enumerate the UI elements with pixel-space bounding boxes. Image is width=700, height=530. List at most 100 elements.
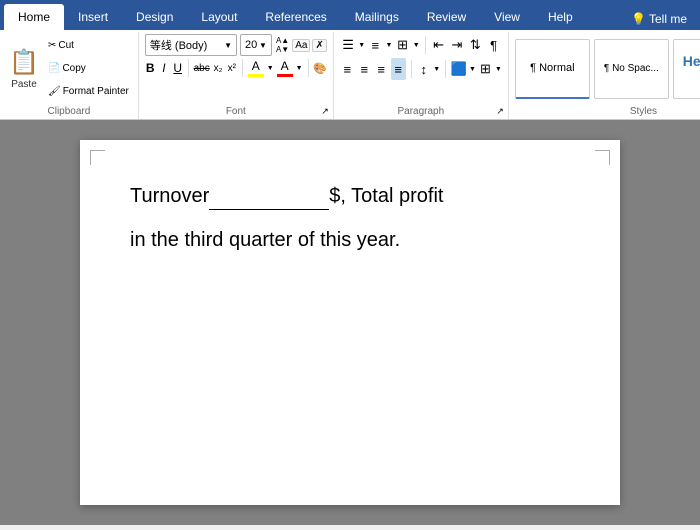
line1-suffix: $, Total profit — [329, 185, 443, 207]
font-size-dropdown[interactable]: 20 ▼ — [240, 34, 272, 56]
subscript-button[interactable]: x₂ — [213, 58, 224, 78]
bold-button[interactable]: B — [145, 58, 156, 78]
tell-me-label: Tell me — [649, 12, 687, 26]
align-right-button[interactable]: ≡ — [374, 58, 389, 80]
copy-label: Copy — [62, 63, 85, 74]
style-heading1-button[interactable]: Heading 1 — [673, 39, 700, 99]
tab-view[interactable]: View — [480, 4, 534, 30]
copy-icon: 📄 — [48, 63, 60, 74]
tab-layout[interactable]: Layout — [187, 4, 251, 30]
highlight-dropdown-arrow[interactable]: ▼ — [267, 65, 274, 72]
justify-button[interactable]: ≡ — [391, 58, 406, 80]
style-normal-label: ¶ Normal — [530, 62, 574, 74]
change-case-button[interactable]: Aa — [292, 39, 310, 52]
font-size-decrease[interactable]: A▼ — [276, 46, 289, 54]
ribbon-container: Home Insert Design Layout References Mai… — [0, 0, 700, 120]
sort-button[interactable]: ⇅ — [467, 34, 483, 56]
font-color-icon: A — [281, 59, 289, 73]
font-format-row: B I U abc x₂ x² A ▼ A ▼ 🎨 — [145, 58, 327, 78]
style-normal-button[interactable]: ¶ Normal — [515, 39, 590, 99]
font-separator-2 — [242, 59, 243, 77]
highlight-color-bar — [248, 74, 264, 77]
paste-label: Paste — [11, 79, 37, 90]
clipboard-group-label: Clipboard — [0, 106, 138, 117]
align-left-button[interactable]: ≡ — [340, 58, 355, 80]
show-formatting-button[interactable]: ¶ — [485, 34, 501, 56]
document-page[interactable]: Turnover $, Total profit in the third qua… — [80, 140, 620, 505]
para-sep-3 — [445, 60, 446, 78]
font-name-value: 等线 (Body) — [150, 37, 207, 53]
align-center-button[interactable]: ≡ — [357, 58, 372, 80]
tab-references[interactable]: References — [251, 4, 340, 30]
font-selectors: 等线 (Body) ▼ 20 ▼ A▲ A▼ Aa ✗ — [145, 34, 327, 56]
tab-help[interactable]: Help — [534, 4, 587, 30]
font-group-expand[interactable]: ↗ — [321, 106, 329, 117]
underline-button[interactable]: U — [172, 58, 183, 78]
shading-button[interactable]: 🎨 — [313, 58, 327, 78]
font-size-increase[interactable]: A▲ — [276, 37, 289, 45]
italic-button[interactable]: I — [159, 58, 170, 78]
clear-formatting-button[interactable]: ✗ — [312, 39, 326, 52]
paragraph-row-2: ≡ ≡ ≡ ≡ ↕ ▼ 🟦 ▼ ⊞ ▼ — [340, 58, 502, 80]
tab-home[interactable]: Home — [4, 4, 64, 30]
multilevel-list-button[interactable]: ⊞ — [394, 34, 410, 56]
borders-arrow[interactable]: ▼ — [495, 66, 502, 73]
cut-label: Cut — [58, 40, 74, 51]
paragraph-row-1: ☰ ▼ ≡ ▼ ⊞ ▼ ⇤ ⇥ ⇅ ¶ — [340, 34, 502, 56]
shading-fill-button[interactable]: 🟦 — [451, 58, 467, 80]
tab-insert[interactable]: Insert — [64, 4, 122, 30]
format-painter-icon: 🖌 — [48, 86, 61, 97]
paragraph-group-label: Paragraph — [334, 106, 508, 117]
increase-indent-button[interactable]: ⇥ — [449, 34, 465, 56]
paste-icon: 📋 — [9, 48, 39, 77]
document-line-2: in the third quarter of this year. — [130, 224, 570, 256]
copy-button[interactable]: 📄 Copy — [45, 62, 132, 75]
line-spacing-button[interactable]: ↕ — [416, 58, 431, 80]
tab-design[interactable]: Design — [122, 4, 187, 30]
styles-row: ¶ Normal ¶ No Spac... Heading 1 ▲ ▼ ≡▼ — [515, 34, 700, 103]
superscript-button[interactable]: x² — [226, 58, 237, 78]
turnover-text: Turnover — [130, 185, 209, 207]
tab-mailings[interactable]: Mailings — [341, 4, 413, 30]
tell-me-button[interactable]: 💡 Tell me — [626, 10, 692, 28]
borders-button[interactable]: ⊞ — [478, 58, 493, 80]
font-color-button[interactable]: A — [277, 59, 293, 77]
page-corner-tl — [90, 150, 105, 165]
blank-field[interactable] — [209, 209, 329, 210]
text-highlight-button[interactable]: A — [248, 59, 264, 77]
document-line-1: Turnover $, Total profit — [130, 180, 570, 212]
paragraph-group-expand[interactable]: ↗ — [496, 106, 504, 117]
strikethrough-button[interactable]: abc — [194, 58, 210, 78]
para-sep-2 — [411, 60, 412, 78]
ribbon: 📋 Paste ✂ Cut 📄 Copy 🖌 Format Painter Cl… — [0, 30, 700, 120]
paste-button[interactable]: 📋 Paste — [6, 34, 42, 103]
cut-icon: ✂ — [48, 40, 56, 51]
bullets-arrow[interactable]: ▼ — [358, 42, 365, 49]
line-spacing-arrow[interactable]: ▼ — [433, 66, 440, 73]
font-size-arrow: ▼ — [259, 41, 267, 50]
style-nospace-button[interactable]: ¶ No Spac... — [594, 39, 669, 99]
decrease-indent-button[interactable]: ⇤ — [430, 34, 446, 56]
font-color-dropdown-arrow[interactable]: ▼ — [296, 65, 303, 72]
font-size-steppers: A▲ A▼ — [276, 37, 289, 54]
tab-bar: Home Insert Design Layout References Mai… — [0, 0, 700, 30]
font-name-dropdown[interactable]: 等线 (Body) ▼ — [145, 34, 237, 56]
numbering-button[interactable]: ≡ — [367, 34, 383, 56]
tab-review[interactable]: Review — [413, 4, 480, 30]
clipboard-small-buttons: ✂ Cut 📄 Copy 🖌 Format Painter — [45, 34, 132, 103]
bullets-button[interactable]: ☰ — [340, 34, 356, 56]
multilevel-arrow[interactable]: ▼ — [413, 42, 420, 49]
cut-button[interactable]: ✂ Cut — [45, 39, 132, 52]
font-separator-1 — [188, 59, 189, 77]
format-painter-button[interactable]: 🖌 Format Painter — [45, 85, 132, 98]
font-size-value: 20 — [245, 39, 257, 51]
numbering-arrow[interactable]: ▼ — [385, 42, 392, 49]
tab-right-area: 💡 Tell me — [626, 10, 700, 30]
font-group-label: Font — [139, 106, 333, 117]
style-heading1-label: Heading 1 — [680, 53, 700, 85]
font-separator-3 — [308, 59, 309, 77]
highlight-icon: A — [252, 59, 260, 73]
font-name-arrow: ▼ — [224, 41, 232, 50]
font-group: 等线 (Body) ▼ 20 ▼ A▲ A▼ Aa ✗ B I — [139, 32, 334, 119]
shading-fill-arrow[interactable]: ▼ — [469, 66, 476, 73]
